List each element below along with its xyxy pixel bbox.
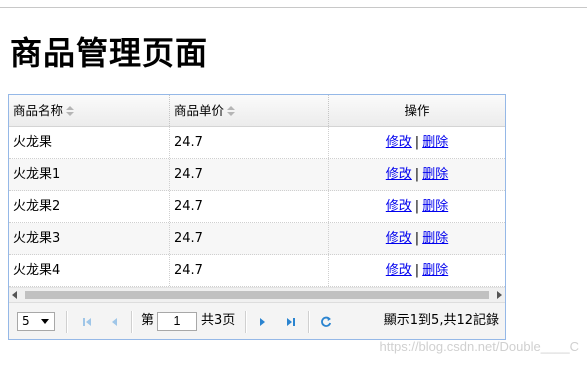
table-row[interactable]: 火龙果2 24.7 修改 | 删除	[9, 191, 505, 223]
scroll-left-icon[interactable]	[12, 291, 17, 299]
pager-divider	[308, 311, 310, 333]
table-row[interactable]: 火龙果1 24.7 修改 | 删除	[9, 159, 505, 191]
cell-price: 24.7	[170, 159, 329, 190]
cell-name: 火龙果3	[9, 223, 170, 254]
edit-link[interactable]: 修改	[386, 231, 412, 246]
cell-actions: 修改 | 删除	[329, 223, 505, 254]
delete-link[interactable]: 删除	[422, 231, 448, 246]
scrollbar-thumb[interactable]	[25, 291, 489, 299]
watermark: https://blog.csdn.net/Double____C	[379, 339, 579, 354]
cell-name: 火龙果4	[9, 255, 170, 286]
cell-name: 火龙果1	[9, 159, 170, 190]
scroll-right-icon[interactable]	[497, 291, 502, 299]
pager-divider	[66, 311, 68, 333]
table-row[interactable]: 火龙果 24.7 修改 | 删除	[9, 127, 505, 159]
page-size-select[interactable]: 5	[17, 312, 55, 331]
page-size-value: 5	[22, 314, 30, 328]
edit-link[interactable]: 修改	[386, 199, 412, 214]
cell-price: 24.7	[170, 255, 329, 286]
column-header-price[interactable]: 商品单价	[170, 95, 329, 126]
refresh-icon[interactable]	[318, 314, 334, 330]
pagination-bar: 5 第 1 共3页 顯示1到5,共12記錄	[9, 302, 505, 339]
action-separator: |	[414, 231, 420, 246]
horizontal-scrollbar[interactable]	[9, 287, 505, 302]
cell-name: 火龙果	[9, 127, 170, 158]
table-row[interactable]: 火龙果4 24.7 修改 | 删除	[9, 255, 505, 287]
edit-link[interactable]: 修改	[386, 135, 412, 150]
action-separator: |	[414, 263, 420, 278]
chevron-down-icon	[41, 319, 49, 324]
sort-icon[interactable]	[227, 106, 236, 117]
page-label-suffix: 共3页	[201, 313, 236, 328]
cell-actions: 修改 | 删除	[329, 255, 505, 286]
column-header-label: 操作	[404, 103, 430, 118]
last-page-icon[interactable]	[283, 314, 299, 330]
first-page-icon[interactable]	[79, 314, 95, 330]
prev-page-icon[interactable]	[106, 314, 122, 330]
page-label-prefix: 第	[141, 313, 155, 328]
action-separator: |	[414, 199, 420, 214]
cell-actions: 修改 | 删除	[329, 127, 505, 158]
delete-link[interactable]: 删除	[422, 167, 448, 182]
delete-link[interactable]: 删除	[422, 199, 448, 214]
delete-link[interactable]: 删除	[422, 135, 448, 150]
pager-divider	[245, 311, 247, 333]
cell-price: 24.7	[170, 223, 329, 254]
top-divider	[0, 7, 587, 8]
cell-price: 24.7	[170, 127, 329, 158]
edit-link[interactable]: 修改	[386, 263, 412, 278]
cell-actions: 修改 | 删除	[329, 159, 505, 190]
page-title: 商品管理页面	[10, 34, 209, 72]
cell-name: 火龙果2	[9, 191, 170, 222]
next-page-icon[interactable]	[255, 314, 271, 330]
column-header-label: 商品名称	[13, 103, 64, 118]
record-info: 顯示1到5,共12記錄	[383, 313, 499, 328]
column-header-actions: 操作	[329, 95, 505, 126]
sort-icon[interactable]	[66, 106, 75, 117]
column-header-label: 商品单价	[174, 103, 225, 118]
product-datagrid: 商品名称 商品单价 操作 火龙果 24.7 修改 | 删除 火龙果1 24.7 修改…	[8, 94, 506, 340]
pager-divider	[131, 311, 133, 333]
edit-link[interactable]: 修改	[386, 167, 412, 182]
cell-price: 24.7	[170, 191, 329, 222]
action-separator: |	[414, 135, 420, 150]
action-separator: |	[414, 167, 420, 182]
table-header: 商品名称 商品单价 操作	[9, 95, 505, 127]
table-row[interactable]: 火龙果3 24.7 修改 | 删除	[9, 223, 505, 255]
page-number-input[interactable]: 1	[157, 312, 197, 331]
cell-actions: 修改 | 删除	[329, 191, 505, 222]
column-header-name[interactable]: 商品名称	[9, 95, 170, 126]
delete-link[interactable]: 删除	[422, 263, 448, 278]
